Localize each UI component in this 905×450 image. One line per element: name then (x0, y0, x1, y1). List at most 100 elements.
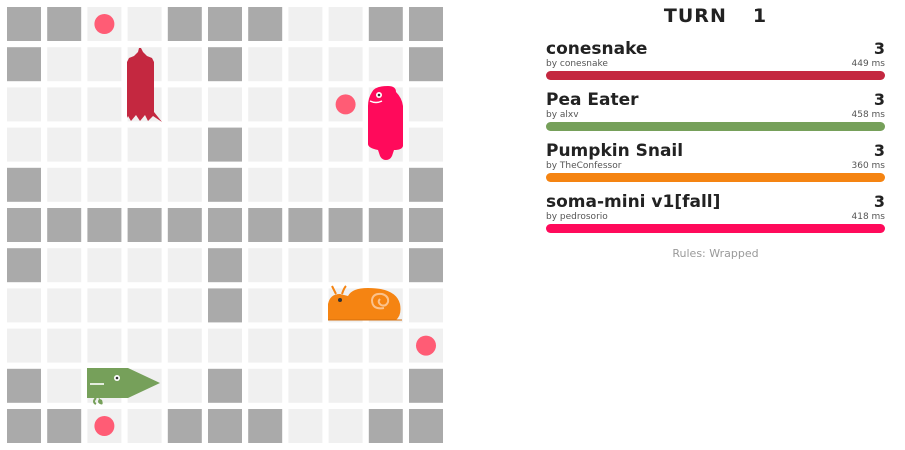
snake-latency: 449 ms (851, 59, 886, 69)
snake-author: by conesnake (546, 59, 608, 69)
hazard-cell (127, 208, 162, 242)
snake-author: by alxv (546, 110, 579, 120)
board-cell (167, 368, 202, 403)
snake-card-soma-mini[interactable]: soma-mini v1[fall] 3 by pedrosorio 418 m… (546, 192, 885, 233)
hazard-cell (7, 167, 41, 202)
board-cell (248, 248, 283, 283)
board-cell (248, 288, 283, 323)
board-cell (328, 167, 363, 202)
hazard-cell (208, 7, 242, 41)
board-cell (248, 47, 283, 82)
board-cell (7, 87, 41, 122)
health-bar (546, 71, 885, 80)
board-cell (127, 167, 162, 202)
board-cell (409, 87, 443, 122)
hazard-cell (248, 208, 283, 242)
board-cell (127, 7, 162, 41)
snake-latency: 418 ms (851, 212, 886, 222)
hazard-cell (47, 409, 82, 443)
snake-author: by TheConfessor (546, 161, 622, 171)
hazard-cell (409, 409, 443, 443)
snake-length: 3 (873, 39, 885, 58)
hazard-cell (409, 368, 443, 403)
board-cell (288, 368, 323, 403)
board-cell (167, 87, 202, 122)
hazard-cell (208, 208, 242, 242)
board-cell (87, 47, 122, 82)
snake-name: Pumpkin Snail (546, 141, 684, 161)
health-bar (546, 122, 885, 131)
hazard-cell (248, 409, 283, 443)
board-cell (127, 127, 162, 162)
board-cell (7, 127, 41, 162)
board-cell (127, 328, 162, 363)
hazard-cell (47, 208, 82, 242)
board-cell (47, 288, 82, 323)
board-cell (167, 167, 202, 202)
board-cell (248, 87, 283, 122)
turn-number: 1 (752, 5, 768, 27)
hazard-cell (7, 47, 41, 82)
board-cell (7, 328, 41, 363)
hazard-cell (409, 7, 443, 41)
board-cell (87, 328, 122, 363)
hazard-cell (167, 409, 202, 443)
hazard-cell (368, 7, 403, 41)
hazard-cell (7, 208, 41, 242)
board-cell (87, 167, 122, 202)
hazard-cell (368, 208, 403, 242)
snake-name: conesnake (546, 39, 648, 59)
board-cell (368, 248, 403, 283)
snake-card-conesnake[interactable]: conesnake 3 by conesnake 449 ms (546, 39, 885, 80)
snake-length: 3 (873, 141, 885, 160)
board-cell (248, 127, 283, 162)
hazard-cell (208, 127, 242, 162)
board-cell (127, 409, 162, 443)
food-pellet (94, 14, 115, 34)
hazard-cell (368, 409, 403, 443)
board-cell (288, 87, 323, 122)
hazard-cell (288, 208, 323, 242)
snake-length: 3 (873, 90, 885, 109)
board-cell (47, 167, 82, 202)
board-cell (87, 248, 122, 283)
snake-card-pumpkin-snail[interactable]: Pumpkin Snail 3 by TheConfessor 360 ms (546, 141, 885, 182)
snake-name: Pea Eater (546, 90, 639, 110)
board-cell (167, 47, 202, 82)
board-cell (47, 368, 82, 403)
hazard-cell (208, 409, 242, 443)
snake-latency: 360 ms (851, 161, 886, 171)
hazard-cell (409, 167, 443, 202)
health-bar (546, 224, 885, 233)
hazard-cell (47, 7, 82, 41)
board-cell (248, 328, 283, 363)
board-cell (47, 47, 82, 82)
board-cell (288, 248, 323, 283)
board-cell (288, 328, 323, 363)
board-cell (368, 328, 403, 363)
board-cell (127, 288, 162, 323)
board-cell (47, 127, 82, 162)
hazard-cell (167, 7, 202, 41)
board-cell (368, 167, 403, 202)
board-cell (208, 87, 242, 122)
hazard-cell (208, 368, 242, 403)
board-cell (167, 127, 202, 162)
hazard-cell (7, 409, 41, 443)
hazard-cell (208, 288, 242, 323)
board-cell (167, 328, 202, 363)
food-pellet (335, 94, 356, 115)
game-board (7, 7, 443, 443)
hazard-cell (7, 248, 41, 283)
health-bar (546, 173, 885, 182)
board-cell (409, 288, 443, 323)
snake-card-pea-eater[interactable]: Pea Eater 3 by alxv 458 ms (546, 90, 885, 131)
snake-author: by pedrosorio (546, 212, 608, 222)
rules-label: Rules: Wrapped (672, 247, 759, 260)
board-cell (328, 328, 363, 363)
board-cell (288, 167, 323, 202)
board-cell (328, 368, 363, 403)
food-pellet (94, 416, 115, 436)
board-cell (167, 288, 202, 323)
hazard-cell (409, 208, 443, 242)
